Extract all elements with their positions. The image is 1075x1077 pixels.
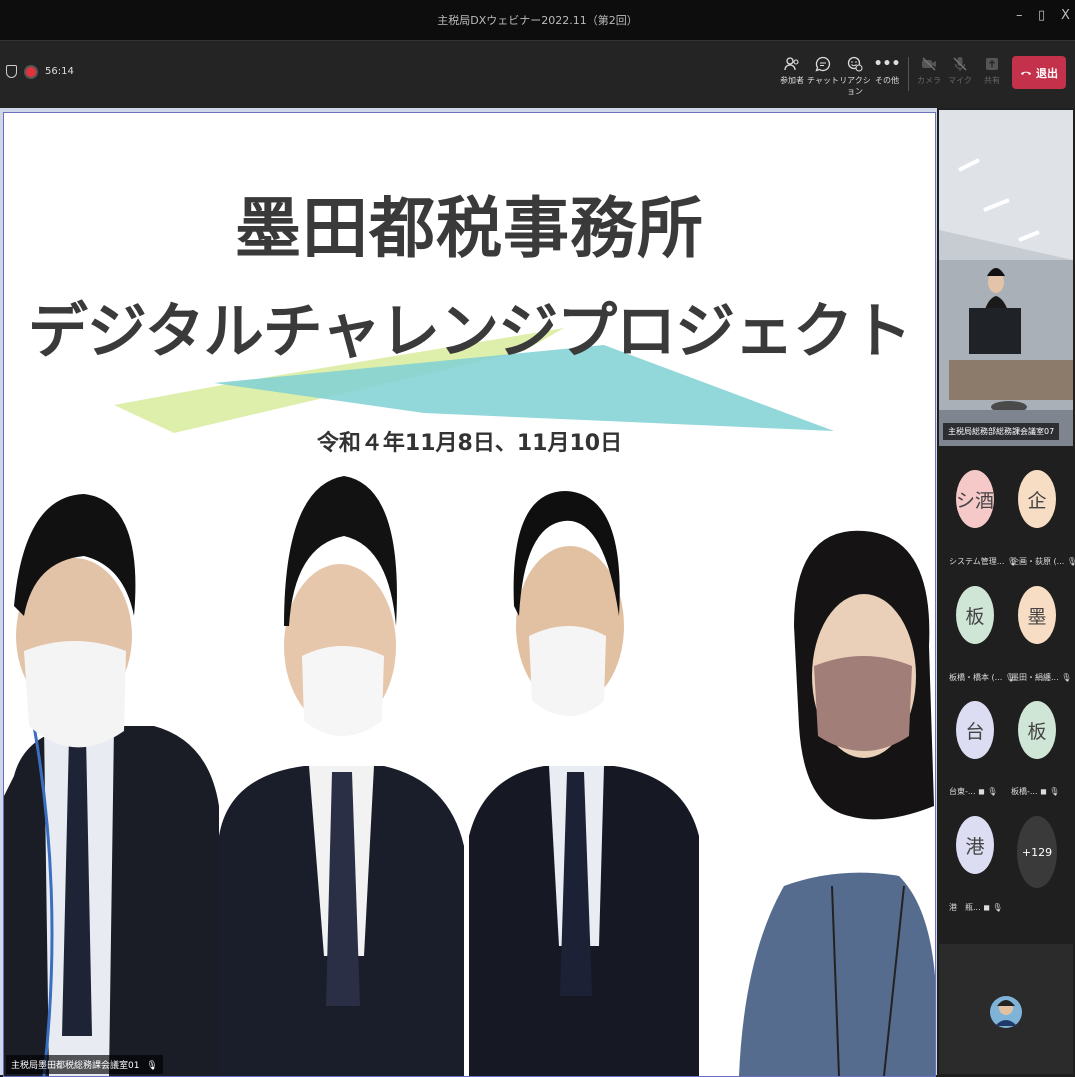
chat-button[interactable]: チャット: [806, 53, 840, 86]
shield-icon: [6, 65, 17, 78]
participant-name: 台東-... ◼ 🎙: [949, 787, 998, 796]
mic-muted-icon: 🎙: [1066, 557, 1075, 566]
room-video-tile[interactable]: 主税局総務部総務課会議室07: [939, 110, 1073, 446]
participant-avatar: 企: [1018, 470, 1056, 528]
main-camera-name: 主税局墨田都税総務課会議室01: [11, 1061, 140, 1071]
toolbar-divider: [908, 57, 909, 91]
participant-avatar: 板: [1018, 701, 1056, 759]
participants-pane: 主税局総務部総務課会議室07 シ酒 システム管理... 🎙 企 企画・荻原 (.…: [937, 108, 1075, 1075]
presenter-4: [739, 530, 935, 1076]
window-title: 主税局DXウェビナー2022.11（第2回）: [437, 14, 638, 27]
minimize-button[interactable]: –: [1016, 8, 1023, 23]
people-icon: [775, 53, 809, 75]
presenter-1: [4, 494, 219, 1076]
leave-label: 退出: [1036, 66, 1058, 80]
main-stage: 墨田都税事務所 デジタルチャレンジプロジェクト 令和４年11月8日、11月10日: [0, 108, 937, 1077]
restore-button[interactable]: ▯: [1038, 8, 1045, 23]
participant-name: システム管理... 🎙: [949, 557, 1017, 566]
side-camera-label: 主税局総務部総務課会議室07: [943, 423, 1060, 440]
share-icon: [975, 53, 1009, 75]
mic-muted-icon: 🎙: [1061, 673, 1072, 682]
chat-icon: [806, 53, 840, 75]
participant-avatar: 板: [956, 586, 994, 644]
mic-muted-icon: 🎙: [1049, 787, 1060, 796]
presenter-3: [469, 491, 699, 1076]
main-camera-label: 主税局墨田都税総務課会議室01 🎙: [6, 1055, 163, 1074]
self-avatar: [990, 996, 1022, 1028]
presenters-video: [4, 476, 935, 1076]
meeting-toolbar: 56:14 参加者 チャット リアクション ••• その他 カメラ マイク 共有: [0, 40, 1075, 109]
mic-muted-icon: 🎙: [987, 787, 998, 796]
participant-name: 板橋・橋本 (... 🎙: [949, 673, 1015, 682]
participant-name: 墨田・絹纏... 🎙: [1011, 673, 1072, 682]
mic-button[interactable]: マイク: [943, 53, 977, 86]
mic-muted-icon: 🎙: [992, 903, 1003, 912]
reaction-label: リアクション: [839, 76, 871, 96]
camera-off-icon: ◼: [978, 787, 985, 796]
participant-name: 港 瓶... ◼ 🎙: [949, 903, 1003, 912]
shared-slide: 墨田都税事務所 デジタルチャレンジプロジェクト 令和４年11月8日、11月10日: [3, 112, 936, 1077]
share-label: 共有: [984, 76, 1000, 85]
more-label: その他: [875, 76, 899, 85]
participant-name: 板橋-... ◼ 🎙: [1011, 787, 1060, 796]
more-participants-button[interactable]: +129: [1017, 816, 1057, 888]
participants-button[interactable]: 参加者: [775, 53, 809, 86]
more-button[interactable]: ••• その他: [870, 53, 904, 86]
reaction-icon: [838, 53, 872, 75]
slide-title-line1: 墨田都税事務所: [235, 190, 704, 267]
camera-off-icon: [912, 53, 946, 75]
camera-label: カメラ: [917, 76, 941, 85]
camera-off-icon: ◼: [1040, 787, 1047, 796]
room-camera-feed: [939, 110, 1073, 446]
more-icon: •••: [873, 56, 901, 72]
slide-date: 令和４年11月8日、11月10日: [316, 431, 623, 456]
reaction-button[interactable]: リアクション: [838, 53, 872, 97]
participant-avatar: シ酒: [956, 470, 994, 528]
camera-button[interactable]: カメラ: [912, 53, 946, 86]
participant-avatar: 台: [956, 701, 994, 759]
mic-muted-icon: 🎙: [146, 1061, 158, 1071]
slide-title-line2: デジタルチャレンジプロジェクト: [27, 297, 912, 367]
self-video-tile[interactable]: [939, 944, 1073, 1074]
presenter-2: [219, 476, 464, 1076]
leave-button[interactable]: 退出: [1012, 56, 1066, 89]
camera-off-icon: ◼: [983, 903, 990, 912]
participant-avatar: 港: [956, 816, 994, 874]
mic-label: マイク: [948, 76, 972, 85]
participant-name: 企画・荻原 (... 🎙: [1011, 557, 1075, 566]
participant-avatar: 墨: [1018, 586, 1056, 644]
phone-hangup-icon: [1020, 66, 1032, 79]
participants-label: 参加者: [780, 76, 804, 85]
share-button[interactable]: 共有: [975, 53, 1009, 86]
mic-off-icon: [943, 53, 977, 75]
title-bar: 主税局DXウェビナー2022.11（第2回） – ▯ X: [0, 0, 1075, 40]
recording-icon: [26, 66, 36, 77]
meeting-timer: 56:14: [45, 66, 74, 77]
meeting-status: 56:14: [6, 65, 74, 78]
close-button[interactable]: X: [1061, 8, 1070, 23]
chat-label: チャット: [807, 76, 839, 85]
